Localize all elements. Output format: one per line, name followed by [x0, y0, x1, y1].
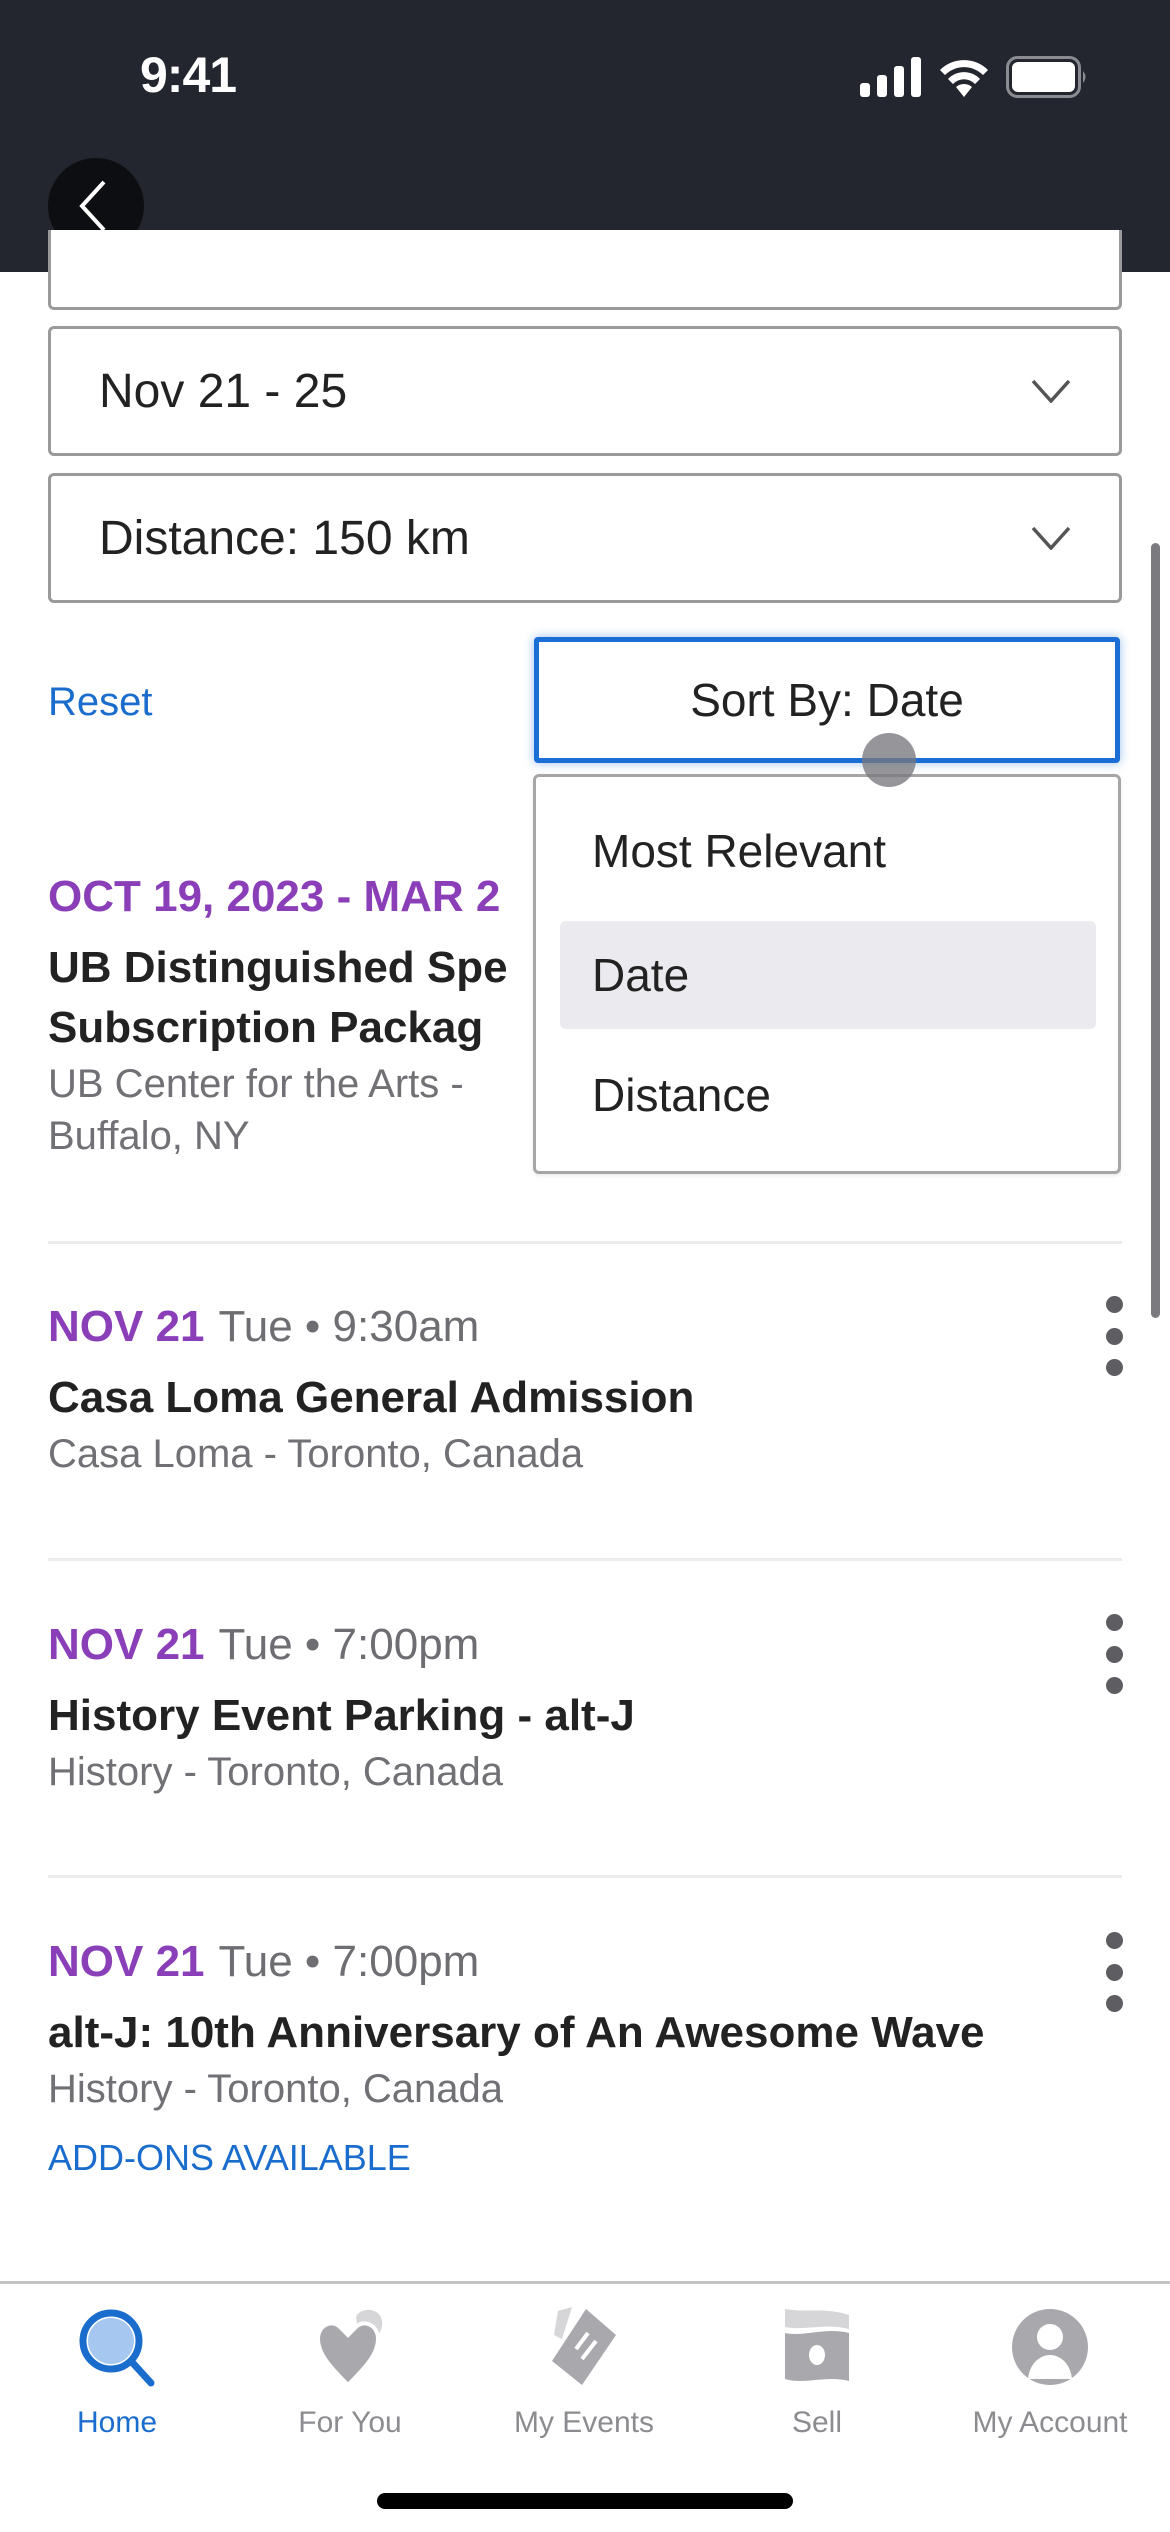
heart-icon	[305, 2302, 395, 2392]
search-icon	[72, 2302, 162, 2392]
event-venue: History - Toronto, Canada	[48, 2067, 504, 2111]
location-field[interactable]	[48, 230, 1122, 310]
sort-option-date[interactable]: Date	[560, 921, 1096, 1029]
sort-option-distance[interactable]: Distance	[560, 1041, 1096, 1149]
sort-dropdown-menu: Most Relevant Date Distance	[533, 774, 1121, 1174]
event-title: History Event Parking - alt-J	[48, 1691, 635, 1740]
ticket-icon	[539, 2302, 629, 2392]
divider	[48, 1875, 1122, 1878]
date-range-select[interactable]: Nov 21 - 25	[48, 326, 1122, 456]
reset-link[interactable]: Reset	[48, 680, 153, 725]
event-date: NOV 21	[48, 1937, 205, 1986]
tab-home[interactable]: Home	[0, 2302, 234, 2440]
tab-label: Sell	[791, 2406, 843, 2439]
event-time: Tue • 9:30am	[218, 1302, 480, 1351]
event-date: NOV 21	[48, 1620, 205, 1669]
chevron-left-icon	[79, 180, 106, 232]
tab-my-account[interactable]: My Account	[933, 2302, 1167, 2440]
date-range-value: Nov 21 - 25	[99, 364, 348, 418]
add-ons-available-link[interactable]: ADD-ONS AVAILABLE	[48, 2137, 1122, 2179]
event-list-item[interactable]: NOV 21 Tue • 7:00pm History Event Parking…	[48, 1620, 1122, 1798]
event-title: Casa Loma General Admission	[48, 1373, 695, 1422]
sort-option-most-relevant[interactable]: Most Relevant	[560, 797, 1096, 905]
wifi-icon	[940, 60, 988, 97]
tab-for-you[interactable]: For You	[233, 2302, 467, 2440]
touch-indicator	[862, 733, 916, 787]
chevron-down-icon	[1031, 379, 1071, 403]
distance-select[interactable]: Distance: 150 km	[48, 473, 1122, 603]
more-options-icon[interactable]	[1094, 1614, 1134, 1694]
status-time: 9:41	[140, 47, 237, 103]
event-list-item[interactable]: NOV 21 Tue • 9:30am Casa Loma General Adm…	[48, 1302, 1122, 1480]
tab-sell[interactable]: Sell	[700, 2302, 934, 2440]
event-venue: History - Toronto, Canada	[48, 1750, 504, 1794]
battery-icon	[1006, 56, 1086, 98]
event-list-item[interactable]: NOV 21 Tue • 7:00pm alt-J: 10th Anniversa…	[48, 1937, 1122, 2179]
event-title: alt-J: 10th Anniversary of An Awesome Wa…	[48, 2008, 985, 2057]
sort-by-button[interactable]: Sort By: Date	[534, 637, 1120, 763]
scrollbar[interactable]	[1151, 543, 1160, 1318]
chevron-down-icon	[1031, 526, 1071, 550]
tab-my-events[interactable]: My Events	[467, 2302, 701, 2440]
cash-icon	[772, 2302, 862, 2392]
tab-label: My Events	[513, 2406, 655, 2439]
divider	[48, 1241, 1122, 1244]
event-date: NOV 21	[48, 1302, 205, 1351]
signal-icon	[860, 57, 921, 97]
event-time: Tue • 7:00pm	[218, 1620, 480, 1669]
distance-value: Distance: 150 km	[99, 511, 470, 565]
more-options-icon[interactable]	[1094, 1296, 1134, 1376]
status-icons	[860, 56, 1090, 98]
tab-label: My Account	[972, 2406, 1128, 2439]
account-icon	[1005, 2302, 1095, 2392]
event-time: Tue • 7:00pm	[218, 1937, 480, 1986]
tab-label: For You	[298, 2406, 402, 2439]
more-options-icon[interactable]	[1094, 1932, 1134, 2012]
event-venue: Casa Loma - Toronto, Canada	[48, 1432, 584, 1476]
divider	[48, 1558, 1122, 1561]
home-indicator[interactable]	[377, 2493, 793, 2509]
tab-label: Home	[76, 2406, 158, 2439]
